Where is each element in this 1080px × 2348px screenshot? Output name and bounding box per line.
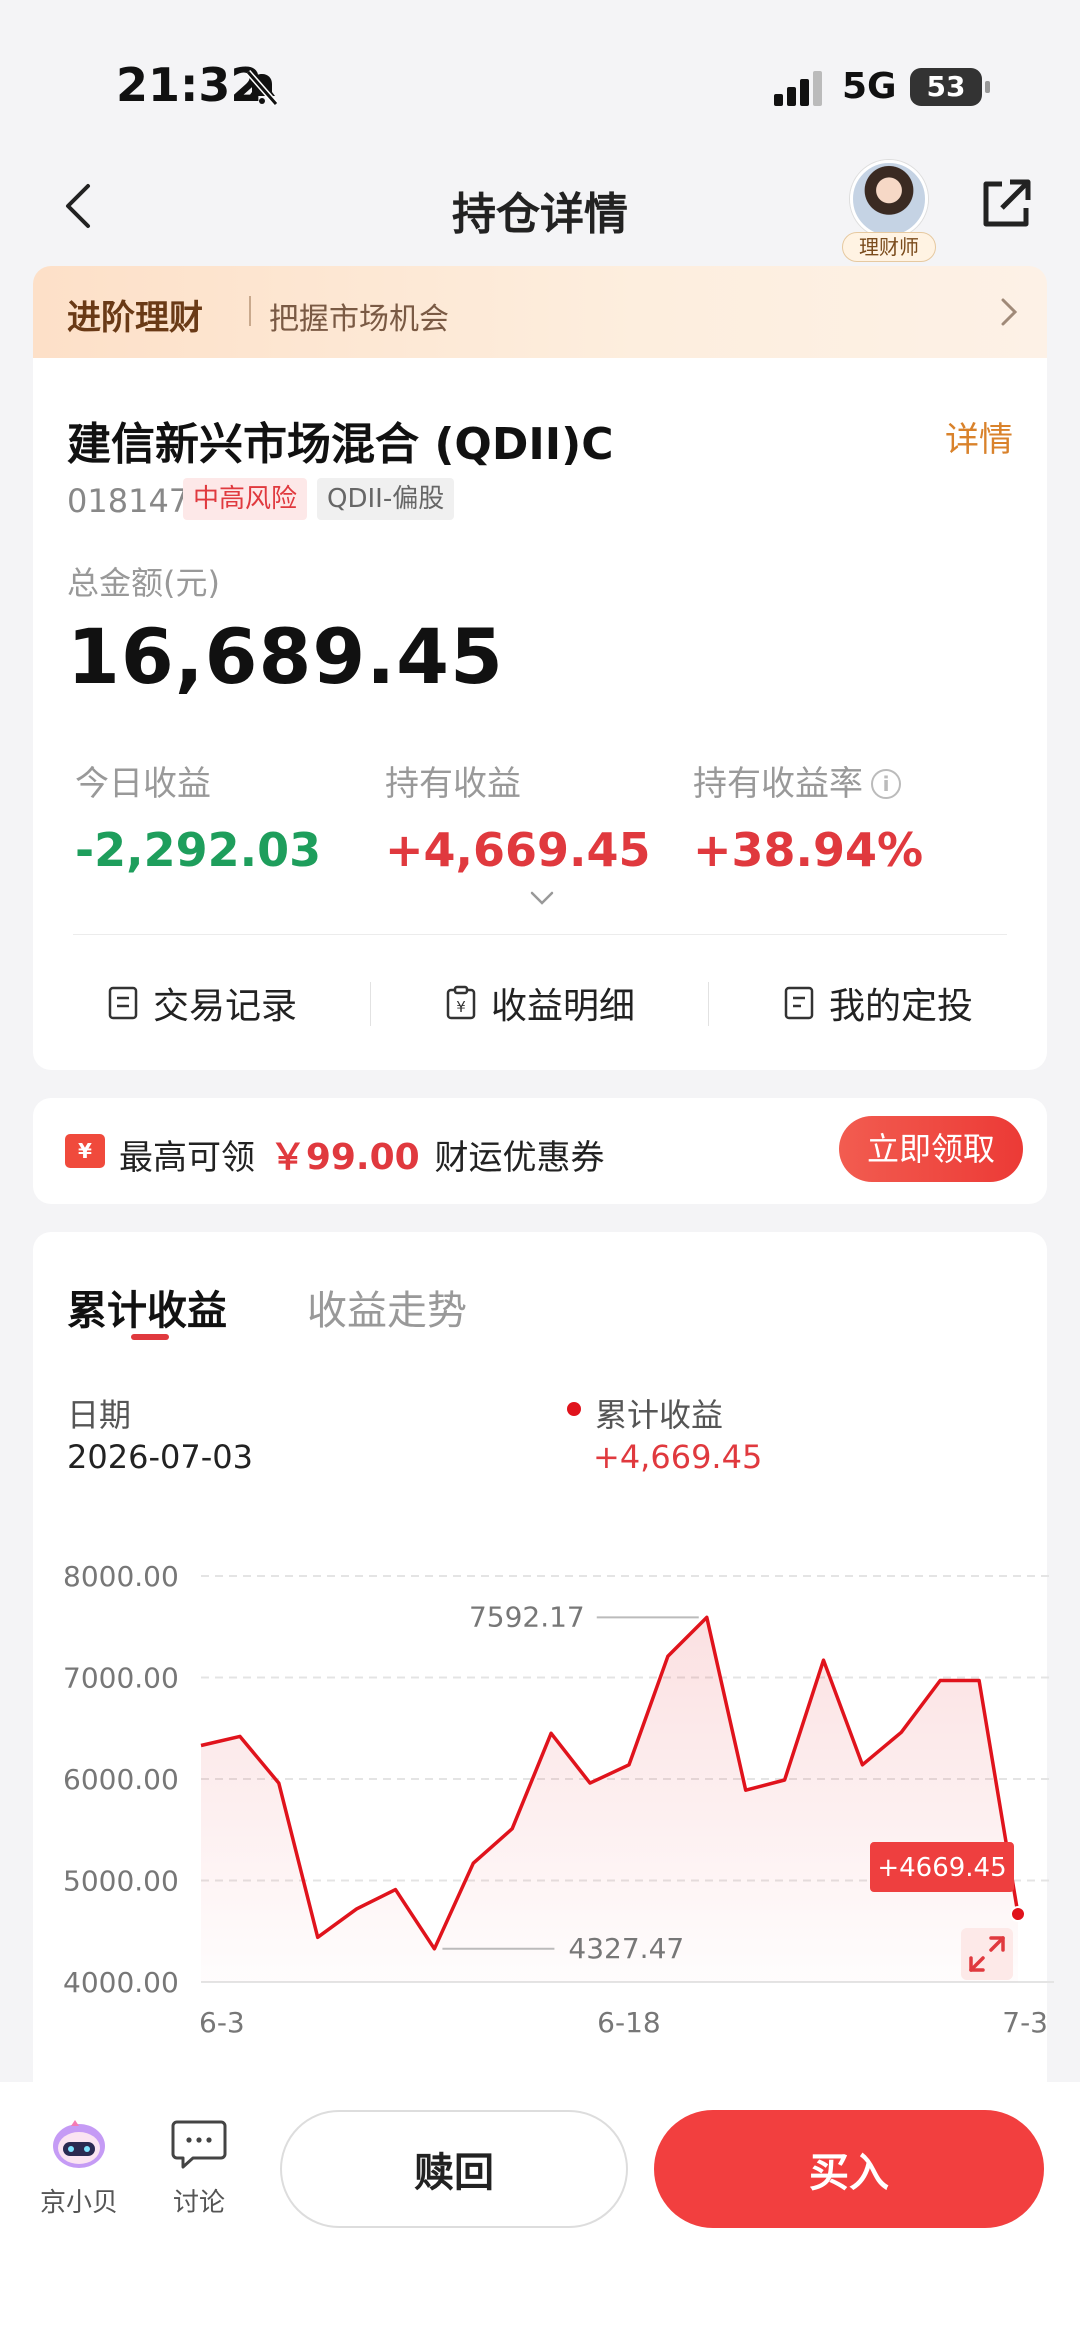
coupon-text: 最高可领 ￥99.00 财运优惠券 [119, 1128, 605, 1180]
income-details-label: 收益明细 [490, 986, 635, 1027]
document-icon [784, 986, 814, 1020]
holding-rate-metric: 持有收益率 i +38.94% [693, 756, 923, 877]
banner-title: 进阶理财 [67, 298, 203, 338]
jxb-label: 京小贝 [39, 2188, 118, 2218]
coupon-suffix: 财运优惠券 [434, 1138, 605, 1178]
advisor-avatar [850, 160, 928, 238]
holding-income-metric: 持有收益 +4,669.45 [385, 756, 651, 877]
document-list-icon [108, 986, 138, 1020]
share-icon[interactable] [978, 176, 1034, 232]
battery-icon: 53 [910, 68, 990, 106]
auto-invest-button[interactable]: 我的定投 [709, 936, 1047, 1070]
chat-bubble-icon [171, 2120, 227, 2169]
bell-muted-icon [245, 70, 279, 106]
bottom-action-bar: 京小贝 讨论 赎回 买入 [0, 2082, 1080, 2348]
receipt-icon: ¥ [446, 985, 476, 1020]
x-tick-label: 6-18 [597, 2006, 661, 2039]
fund-code: 018147 [67, 482, 190, 520]
assistant-mascot-icon [53, 2120, 105, 2168]
chevron-down-icon[interactable] [529, 890, 555, 906]
advisor-label: 理财师 [842, 232, 936, 262]
max-value-label: 7592.17 [469, 1600, 585, 1633]
today-income-label: 今日收益 [75, 764, 211, 804]
x-tick-label: 7-3 [1002, 2006, 1048, 2039]
fund-type-badge: QDII-偏股 [317, 478, 455, 520]
claim-coupon-button[interactable]: 立即领取 [839, 1116, 1023, 1182]
y-tick-label: 6000.00 [63, 1763, 179, 1796]
fund-name: 建信新兴市场混合 (QDII)C [67, 419, 614, 470]
total-amount-value: 16,689.45 [67, 612, 504, 701]
x-tick-label: 6-3 [199, 2006, 245, 2039]
fund-detail-link[interactable]: 详情 [945, 412, 1013, 461]
holding-rate-label-row: 持有收益率 i [693, 756, 923, 805]
total-amount-label: 总金额(元) [67, 564, 220, 602]
y-tick-label: 7000.00 [63, 1662, 179, 1695]
banner-subtitle: 把握市场机会 [269, 302, 449, 337]
y-tick-label: 8000.00 [63, 1560, 179, 1593]
min-value-label: 4327.47 [568, 1932, 684, 1965]
redeem-button[interactable]: 赎回 [280, 2110, 628, 2228]
holding-income-label: 持有收益 [385, 764, 521, 804]
holding-rate-value: +38.94% [693, 823, 924, 877]
trade-records-button[interactable]: 交易记录 [33, 936, 371, 1070]
info-icon[interactable]: i [871, 769, 901, 799]
nav-bar: 持仓详情 理财师 [0, 150, 1080, 262]
advanced-finance-banner[interactable]: 进阶理财 把握市场机会 [33, 266, 1047, 358]
y-tick-label: 4000.00 [63, 1966, 179, 1999]
last-point-marker [1010, 1906, 1026, 1923]
advisor-button[interactable]: 理财师 [842, 160, 936, 262]
today-income-metric: 今日收益 -2,292.03 [75, 756, 321, 877]
buy-button[interactable]: 买入 [654, 2110, 1044, 2228]
holding-actions: 交易记录 ¥ 收益明细 我的定投 [33, 936, 1047, 1070]
coupon-amount: ￥99.00 [269, 1137, 420, 1178]
svg-text:¥: ¥ [456, 998, 466, 1016]
status-time: 21:32 [116, 58, 263, 112]
network-type: 5G [842, 66, 897, 107]
holding-income-value: +4,669.45 [385, 823, 651, 877]
card-divider [73, 934, 1007, 935]
coupon-card: ¥ 最高可领 ￥99.00 财运优惠券 立即领取 [33, 1098, 1047, 1204]
signal-icon [774, 71, 822, 106]
jxb-assistant-button[interactable]: 京小贝 [34, 2116, 124, 2219]
y-tick-label: 5000.00 [63, 1865, 179, 1898]
trade-records-label: 交易记录 [152, 986, 297, 1027]
coupon-prefix: 最高可领 [119, 1138, 255, 1178]
chevron-right-icon [1001, 298, 1018, 326]
today-income-value: -2,292.03 [75, 823, 322, 877]
status-bar: 21:32 5G 53 [0, 0, 1080, 150]
auto-invest-label: 我的定投 [828, 986, 973, 1027]
banner-divider [249, 296, 251, 326]
holding-card: 建信新兴市场混合 (QDII)C 详情 018147 中高风险 QDII-偏股 … [33, 358, 1047, 1070]
discussion-button[interactable]: 讨论 [154, 2116, 244, 2219]
risk-badge: 中高风险 [183, 478, 308, 520]
series-area [201, 1617, 1018, 1982]
last-value-label: +4669.45 [877, 1853, 1006, 1883]
income-details-button[interactable]: ¥ 收益明细 [371, 936, 709, 1070]
coupon-icon: ¥ [65, 1134, 105, 1168]
discussion-label: 讨论 [172, 2188, 225, 2218]
fullscreen-icon[interactable] [961, 1928, 1013, 1980]
holding-rate-label: 持有收益率 [693, 764, 863, 804]
